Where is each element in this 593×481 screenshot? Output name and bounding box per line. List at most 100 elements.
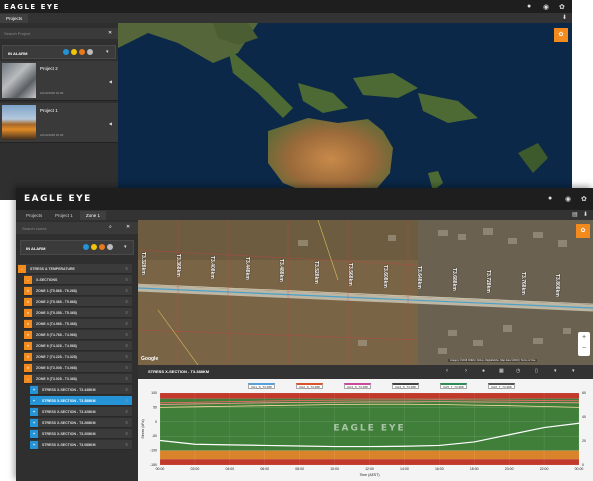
tab-projects[interactable]: Projects: [20, 211, 48, 220]
tree-group[interactable]: - X-SECTIONS ≡: [24, 275, 132, 285]
expand-icon[interactable]: >: [24, 331, 32, 339]
alarm-blue-badge[interactable]: [63, 49, 69, 55]
alarm-orange-badge[interactable]: [99, 244, 105, 250]
zoom-out-button[interactable]: −: [578, 343, 590, 354]
chevron-down-icon[interactable]: ▾: [572, 368, 575, 374]
expand-icon[interactable]: -: [24, 375, 32, 383]
download-icon[interactable]: ⬇: [562, 14, 567, 21]
alarm-filter[interactable]: IN ALARM: [2, 45, 116, 59]
expand-icon[interactable]: >: [24, 320, 32, 328]
menu-icon[interactable]: ≡: [126, 440, 128, 450]
world-map[interactable]: [118, 23, 572, 200]
expand-icon[interactable]: +: [30, 386, 38, 394]
alarm-orange-badge[interactable]: [79, 49, 85, 55]
file-icon[interactable]: ▤: [572, 211, 578, 218]
menu-icon[interactable]: ≡: [126, 330, 128, 340]
menu-icon[interactable]: ≡: [126, 396, 128, 406]
previous-icon[interactable]: ‹: [446, 368, 448, 374]
chart-plot[interactable]: 100500-50-100-150604020000:00 02:00 04:00 0…: [138, 379, 593, 481]
menu-icon[interactable]: ≡: [126, 363, 128, 373]
zone-item[interactable]: > ZONE 4 (T4.968 - T5.368) ≡: [24, 319, 132, 329]
location-icon[interactable]: ●: [548, 195, 552, 202]
expand-icon[interactable]: +: [30, 408, 38, 416]
menu-icon[interactable]: ≡: [126, 264, 128, 274]
expand-icon[interactable]: +: [30, 397, 38, 405]
settings-button[interactable]: ✿: [554, 28, 568, 42]
download-icon[interactable]: ⬇: [583, 211, 588, 218]
user-icon[interactable]: ◉: [543, 3, 549, 11]
chainage-label[interactable]: T3.448km: [244, 257, 250, 280]
x-section-item[interactable]: + STRESS X-SECTION - T3.388KM ≡: [30, 396, 132, 406]
x-section-item[interactable]: + STRESS X-SECTION - T3.328KM ≡: [30, 407, 132, 417]
tab-project-1[interactable]: Project 1: [49, 211, 79, 220]
tree-group[interactable]: - STRESS & TEMPERATURE ≡: [18, 264, 132, 274]
close-icon[interactable]: ✕: [108, 30, 112, 36]
expand-icon[interactable]: +: [30, 419, 38, 427]
search-icon[interactable]: ⌕: [109, 224, 112, 230]
table-icon[interactable]: ▦: [499, 368, 504, 374]
chainage-label[interactable]: T3.408km: [209, 256, 215, 279]
project-search-input[interactable]: Search Project: [0, 28, 118, 39]
chainage-label[interactable]: T3.648km: [416, 266, 422, 289]
menu-icon[interactable]: ≡: [126, 319, 128, 329]
next-icon[interactable]: ›: [465, 368, 467, 374]
chevron-down-icon[interactable]: ▾: [554, 368, 557, 374]
project-card[interactable]: Project 2 10/12/2018 10:30 ◀: [0, 61, 118, 101]
x-section-item[interactable]: + STRESS X-SECTION - T3.268KM ≡: [30, 418, 132, 428]
chainage-label[interactable]: T3.688km: [451, 268, 457, 291]
chainage-label[interactable]: T3.608km: [382, 265, 388, 288]
settings-icon[interactable]: ✿: [581, 195, 587, 203]
menu-icon[interactable]: ≡: [126, 297, 128, 307]
settings-icon[interactable]: ✿: [559, 3, 565, 11]
zone-item[interactable]: > ZONE 3 (T5.358 - T5.368) ≡: [24, 308, 132, 318]
clock-icon[interactable]: ◷: [516, 368, 520, 374]
zone-item[interactable]: > ZONE 6 (T4.328 - T4.568) ≡: [24, 341, 132, 351]
delete-icon[interactable]: ▯: [535, 368, 538, 374]
tab-zone-1[interactable]: Zone 1: [80, 211, 107, 220]
zone-item[interactable]: - ZONE 9 (T3.028 - T3.368) ≡: [24, 374, 132, 384]
menu-icon[interactable]: ≡: [126, 275, 128, 285]
menu-icon[interactable]: ≡: [126, 407, 128, 417]
menu-icon[interactable]: ≡: [126, 352, 128, 362]
expand-icon[interactable]: >: [24, 298, 32, 306]
expand-icon[interactable]: >: [24, 342, 32, 350]
menu-icon[interactable]: ≡: [126, 341, 128, 351]
alarm-filter[interactable]: IN ALARM: [20, 240, 134, 255]
zone-item[interactable]: > ZONE 1 (T5.868 - T6.268) ≡: [24, 286, 132, 296]
chainage-label[interactable]: T3.328km: [140, 252, 146, 275]
menu-icon[interactable]: ≡: [126, 374, 128, 384]
zone-map[interactable]: T3.328km T3.368km T3.408km T3.448km T3.488km…: [138, 220, 593, 365]
chainage-label[interactable]: T3.368km: [175, 254, 181, 277]
menu-icon[interactable]: ≡: [126, 418, 128, 428]
zone-search-input[interactable]: Search zones: [16, 222, 138, 234]
chainage-label[interactable]: T3.528km: [313, 261, 319, 284]
chainage-label[interactable]: T3.488km: [278, 259, 284, 282]
share-icon[interactable]: ◀: [109, 121, 112, 126]
close-icon[interactable]: ✕: [126, 224, 130, 230]
expand-icon[interactable]: >: [24, 287, 32, 295]
x-section-item[interactable]: + STRESS X-SECTION - T3.088KM ≡: [30, 440, 132, 450]
zone-item[interactable]: > ZONE 5 (T4.768 - T4.968) ≡: [24, 330, 132, 340]
zone-item[interactable]: > ZONE 8 (T3.008 - T4.068) ≡: [24, 363, 132, 373]
expand-icon[interactable]: -: [24, 276, 32, 284]
chainage-label[interactable]: T3.768km: [520, 272, 526, 295]
menu-icon[interactable]: ≡: [126, 385, 128, 395]
chainage-label[interactable]: T3.568km: [347, 263, 353, 286]
chainage-label[interactable]: T3.808km: [554, 274, 560, 297]
location-icon[interactable]: ●: [527, 3, 531, 10]
chainage-label[interactable]: T3.728km: [485, 270, 491, 293]
zone-item[interactable]: > ZONE 7 (T4.228 - T4.328) ≡: [24, 352, 132, 362]
zone-item[interactable]: > ZONE 2 (T5.368 - T5.868) ≡: [24, 297, 132, 307]
alarm-grey-badge[interactable]: [107, 244, 113, 250]
menu-icon[interactable]: ≡: [126, 286, 128, 296]
expand-icon[interactable]: -: [18, 265, 26, 273]
expand-icon[interactable]: >: [24, 309, 32, 317]
settings-button[interactable]: ✿: [576, 224, 590, 238]
share-icon[interactable]: ◀: [109, 79, 112, 84]
tab-projects[interactable]: Projects: [0, 14, 29, 23]
menu-icon[interactable]: ≡: [126, 429, 128, 439]
alarm-grey-badge[interactable]: [87, 49, 93, 55]
expand-icon[interactable]: >: [24, 364, 32, 372]
info-icon[interactable]: ●: [482, 368, 485, 374]
user-icon[interactable]: ◉: [565, 195, 571, 203]
